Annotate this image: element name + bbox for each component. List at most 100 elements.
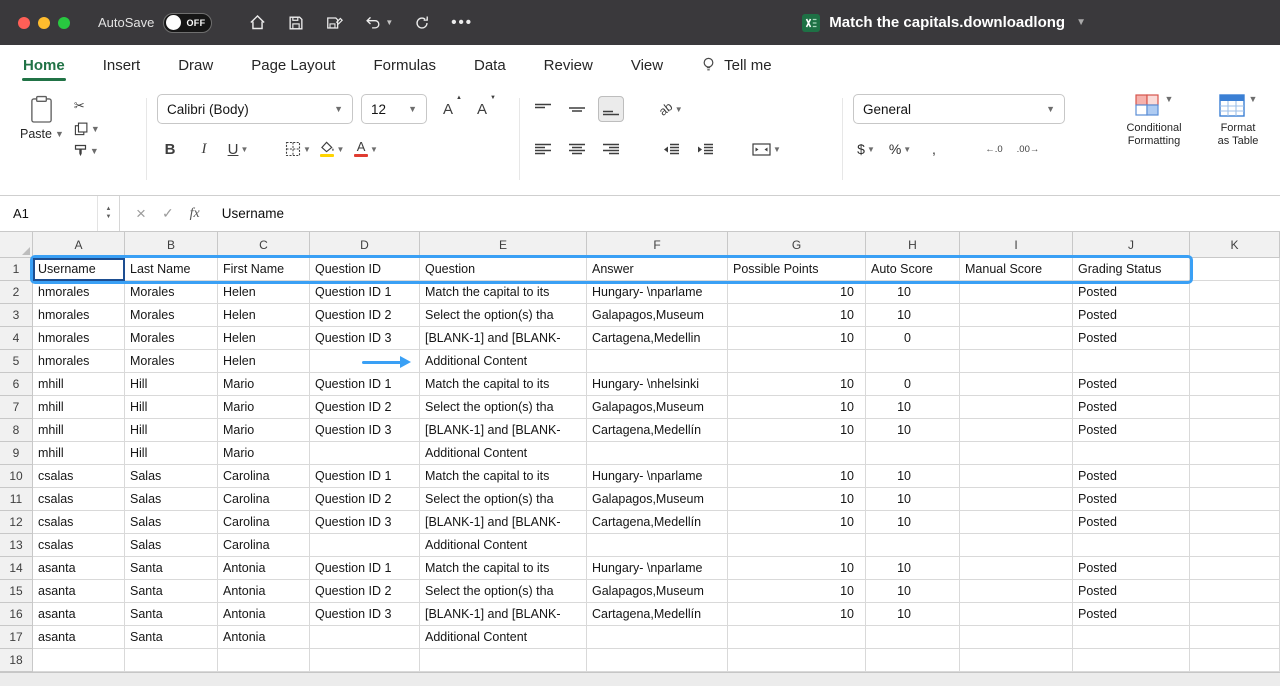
row-header-14[interactable]: 14 <box>0 557 33 580</box>
cell-F17[interactable] <box>587 626 728 649</box>
cell-C5[interactable]: Helen <box>218 350 310 373</box>
cell-K1[interactable] <box>1190 258 1280 281</box>
cell-J6[interactable]: Posted <box>1073 373 1190 396</box>
cell-J4[interactable]: Posted <box>1073 327 1190 350</box>
cell-J3[interactable]: Posted <box>1073 304 1190 327</box>
cell-G16[interactable]: 10 <box>728 603 866 626</box>
cell-C10[interactable]: Carolina <box>218 465 310 488</box>
cell-J7[interactable]: Posted <box>1073 396 1190 419</box>
cell-I16[interactable] <box>960 603 1073 626</box>
cell-I13[interactable] <box>960 534 1073 557</box>
cell-D11[interactable]: Question ID 2 <box>310 488 420 511</box>
cell-G12[interactable]: 10 <box>728 511 866 534</box>
italic-button[interactable]: I <box>191 136 217 162</box>
zoom-window-button[interactable] <box>58 17 70 29</box>
name-box[interactable]: A1 ▲ ▼ <box>0 196 120 231</box>
cell-J10[interactable]: Posted <box>1073 465 1190 488</box>
cell-J14[interactable]: Posted <box>1073 557 1190 580</box>
cell-G4[interactable]: 10 <box>728 327 866 350</box>
cell-E9[interactable]: Additional Content <box>420 442 587 465</box>
cell-F9[interactable] <box>587 442 728 465</box>
cell-C6[interactable]: Mario <box>218 373 310 396</box>
cell-G1[interactable]: Possible Points <box>728 258 866 281</box>
cell-H5[interactable] <box>866 350 960 373</box>
cell-C15[interactable]: Antonia <box>218 580 310 603</box>
row-header-4[interactable]: 4 <box>0 327 33 350</box>
cell-K9[interactable] <box>1190 442 1280 465</box>
row-header-18[interactable]: 18 <box>0 649 33 672</box>
number-format-select[interactable]: General ▼ <box>853 94 1065 124</box>
cell-H14[interactable]: 10 <box>866 557 960 580</box>
minimize-window-button[interactable] <box>38 17 50 29</box>
row-header-5[interactable]: 5 <box>0 350 33 373</box>
cell-H3[interactable]: 10 <box>866 304 960 327</box>
cell-K11[interactable] <box>1190 488 1280 511</box>
cell-C14[interactable]: Antonia <box>218 557 310 580</box>
cell-A16[interactable]: asanta <box>33 603 125 626</box>
formula-input[interactable]: Username <box>216 196 284 231</box>
cell-A18[interactable] <box>33 649 125 672</box>
cell-D10[interactable]: Question ID 1 <box>310 465 420 488</box>
cell-E11[interactable]: Select the option(s) tha <box>420 488 587 511</box>
conditional-formatting-button[interactable]: ▼ Conditional Formatting <box>1116 94 1192 186</box>
cell-E2[interactable]: Match the capital to its <box>420 281 587 304</box>
cell-K3[interactable] <box>1190 304 1280 327</box>
undo-button[interactable]: ▼ <box>364 14 393 31</box>
cell-B7[interactable]: Hill <box>125 396 218 419</box>
autosave-control[interactable]: AutoSave OFF <box>98 13 212 33</box>
cell-C12[interactable]: Carolina <box>218 511 310 534</box>
cell-I18[interactable] <box>960 649 1073 672</box>
cell-E16[interactable]: [BLANK-1] and [BLANK- <box>420 603 587 626</box>
cell-B16[interactable]: Santa <box>125 603 218 626</box>
cell-C16[interactable]: Antonia <box>218 603 310 626</box>
cell-B3[interactable]: Morales <box>125 304 218 327</box>
cell-E10[interactable]: Match the capital to its <box>420 465 587 488</box>
format-painter-button[interactable]: ▼ <box>74 144 100 158</box>
cell-G8[interactable]: 10 <box>728 419 866 442</box>
row-header-3[interactable]: 3 <box>0 304 33 327</box>
row-header-12[interactable]: 12 <box>0 511 33 534</box>
more-commands-button[interactable]: ••• <box>451 14 473 31</box>
cell-K4[interactable] <box>1190 327 1280 350</box>
column-header-K[interactable]: K <box>1190 232 1280 258</box>
cell-D15[interactable]: Question ID 2 <box>310 580 420 603</box>
cell-I6[interactable] <box>960 373 1073 396</box>
cell-E14[interactable]: Match the capital to its <box>420 557 587 580</box>
cell-E15[interactable]: Select the option(s) tha <box>420 580 587 603</box>
cell-D12[interactable]: Question ID 3 <box>310 511 420 534</box>
cell-C2[interactable]: Helen <box>218 281 310 304</box>
paste-button[interactable]: Paste ▼ <box>20 92 64 186</box>
cell-A8[interactable]: mhill <box>33 419 125 442</box>
row-header-15[interactable]: 15 <box>0 580 33 603</box>
cell-C17[interactable]: Antonia <box>218 626 310 649</box>
cell-F10[interactable]: Hungary- \nparlame <box>587 465 728 488</box>
cell-A1[interactable]: Username <box>33 258 125 281</box>
currency-format-button[interactable]: $ ▼ <box>853 136 879 162</box>
cell-F13[interactable] <box>587 534 728 557</box>
cell-C13[interactable]: Carolina <box>218 534 310 557</box>
cell-C4[interactable]: Helen <box>218 327 310 350</box>
cell-H4[interactable]: 0 <box>866 327 960 350</box>
cell-K16[interactable] <box>1190 603 1280 626</box>
cell-D8[interactable]: Question ID 3 <box>310 419 420 442</box>
cell-B15[interactable]: Santa <box>125 580 218 603</box>
cell-B11[interactable]: Salas <box>125 488 218 511</box>
format-as-table-button[interactable]: ▼ Format as Table <box>1214 94 1262 186</box>
cell-H7[interactable]: 10 <box>866 396 960 419</box>
cell-I5[interactable] <box>960 350 1073 373</box>
cell-J12[interactable]: Posted <box>1073 511 1190 534</box>
column-header-F[interactable]: F <box>587 232 728 258</box>
cell-E7[interactable]: Select the option(s) tha <box>420 396 587 419</box>
cell-I14[interactable] <box>960 557 1073 580</box>
align-bottom-button[interactable] <box>598 96 624 122</box>
cell-D2[interactable]: Question ID 1 <box>310 281 420 304</box>
cell-D6[interactable]: Question ID 1 <box>310 373 420 396</box>
cell-B1[interactable]: Last Name <box>125 258 218 281</box>
column-header-J[interactable]: J <box>1073 232 1190 258</box>
cell-E18[interactable] <box>420 649 587 672</box>
row-header-11[interactable]: 11 <box>0 488 33 511</box>
cell-A6[interactable]: mhill <box>33 373 125 396</box>
cell-C18[interactable] <box>218 649 310 672</box>
cell-K7[interactable] <box>1190 396 1280 419</box>
cell-H1[interactable]: Auto Score <box>866 258 960 281</box>
